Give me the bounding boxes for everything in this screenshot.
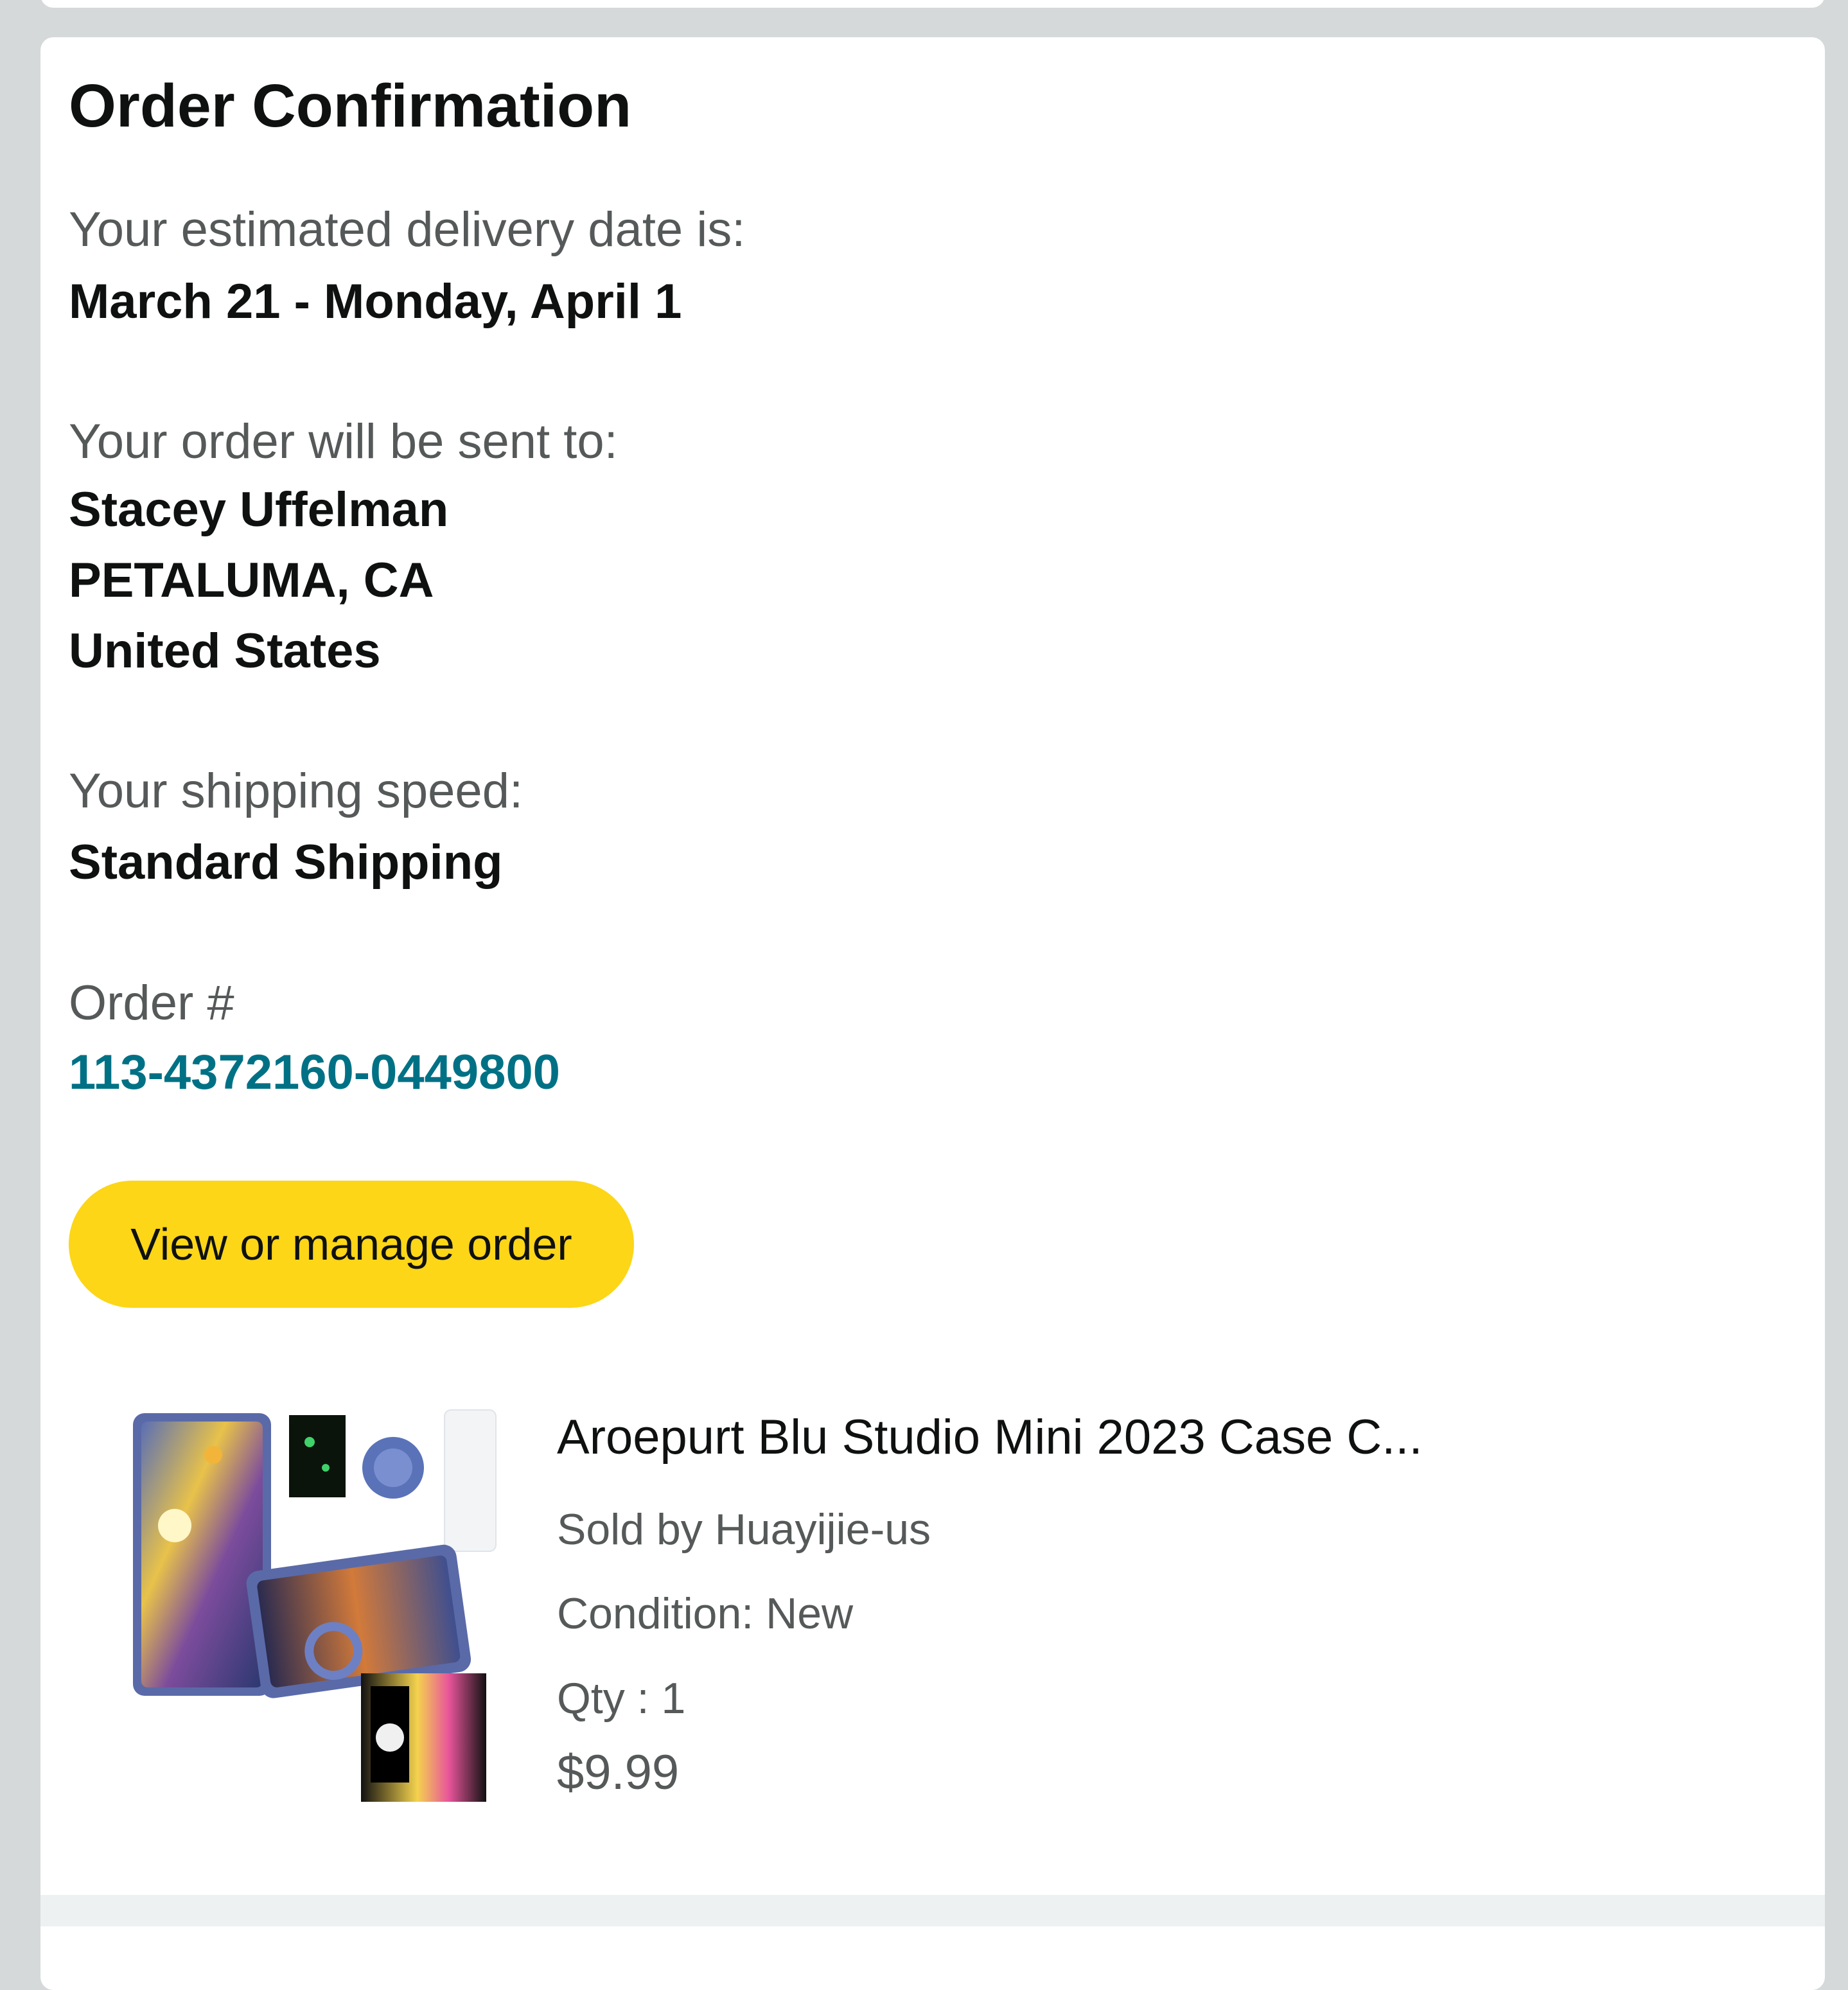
ship-to-city-state: PETALUMA, CA (69, 553, 434, 608)
ship-to-country: United States (69, 624, 381, 678)
delivery-date-label: Your estimated delivery date is: (69, 202, 746, 257)
page-title: Order Confirmation (69, 72, 632, 140)
view-manage-order-button[interactable]: View or manage order (69, 1181, 634, 1308)
shipping-speed-label: Your shipping speed: (69, 764, 524, 818)
product-condition: Condition: New (557, 1589, 854, 1638)
ship-to-label: Your order will be sent to: (69, 414, 618, 469)
order-number-link[interactable]: 113-4372160-0449800 (69, 1045, 560, 1100)
product-title-link[interactable]: Aroepurt Blu Studio Mini 2023 Case C... (557, 1413, 1423, 1462)
delivery-date-value: March 21 - Monday, April 1 (69, 274, 682, 329)
product-quantity: Qty : 1 (557, 1674, 686, 1723)
previous-card (40, 0, 1825, 8)
shipping-speed-value: Standard Shipping (69, 835, 503, 890)
product-price: $9.99 (557, 1745, 680, 1800)
card-footer-strip (40, 1895, 1825, 1926)
phone-case-product-image[interactable] (117, 1404, 567, 1808)
product-seller: Sold by Huayijie-us (557, 1505, 931, 1554)
order-number-label: Order # (69, 976, 234, 1030)
ship-to-name: Stacey Uffelman (69, 482, 449, 537)
